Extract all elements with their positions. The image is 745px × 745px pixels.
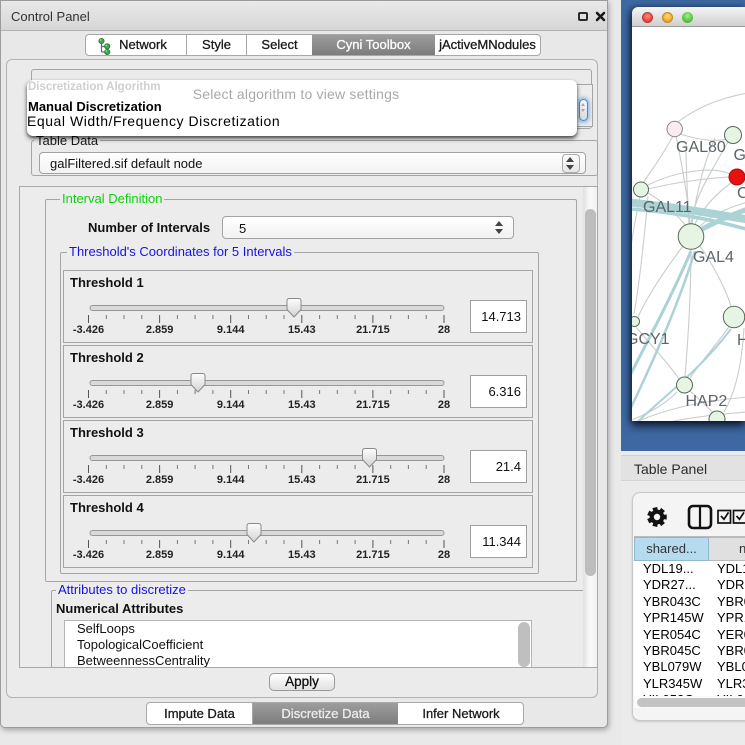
svg-text:15.43: 15.43 xyxy=(288,324,316,336)
svg-text:2.859: 2.859 xyxy=(146,399,174,411)
svg-text:28: 28 xyxy=(438,399,450,411)
svg-text:15.43: 15.43 xyxy=(288,399,316,411)
svg-text:21.715: 21.715 xyxy=(356,399,390,411)
svg-text:H: H xyxy=(737,332,745,349)
svg-text:9.144: 9.144 xyxy=(217,399,245,411)
svg-text:HAP2: HAP2 xyxy=(686,393,728,410)
svg-text:-3.426: -3.426 xyxy=(73,399,104,411)
svg-text:GAL11: GAL11 xyxy=(643,199,692,216)
svg-text:28: 28 xyxy=(438,474,450,486)
svg-text:15.43: 15.43 xyxy=(288,474,316,486)
svg-text:2.859: 2.859 xyxy=(146,474,174,486)
svg-text:21.715: 21.715 xyxy=(356,549,390,561)
svg-text:GA: GA xyxy=(734,147,745,164)
svg-text:-3.426: -3.426 xyxy=(73,474,104,486)
svg-text:GAL4: GAL4 xyxy=(693,249,734,266)
svg-text:9.144: 9.144 xyxy=(217,324,245,336)
svg-text:9.144: 9.144 xyxy=(217,549,245,561)
svg-text:GCY1: GCY1 xyxy=(632,331,670,348)
svg-text:-3.426: -3.426 xyxy=(73,549,104,561)
svg-text:-3.426: -3.426 xyxy=(73,324,104,336)
svg-text:15.43: 15.43 xyxy=(288,549,316,561)
svg-text:28: 28 xyxy=(438,549,450,561)
svg-text:21.715: 21.715 xyxy=(356,324,390,336)
svg-text:21.715: 21.715 xyxy=(356,474,390,486)
svg-text:GAL80: GAL80 xyxy=(676,139,726,156)
svg-text:28: 28 xyxy=(438,324,450,336)
svg-text:2.859: 2.859 xyxy=(146,549,174,561)
svg-text:2.859: 2.859 xyxy=(146,324,174,336)
svg-text:9.144: 9.144 xyxy=(217,474,245,486)
svg-text:C: C xyxy=(737,185,745,202)
